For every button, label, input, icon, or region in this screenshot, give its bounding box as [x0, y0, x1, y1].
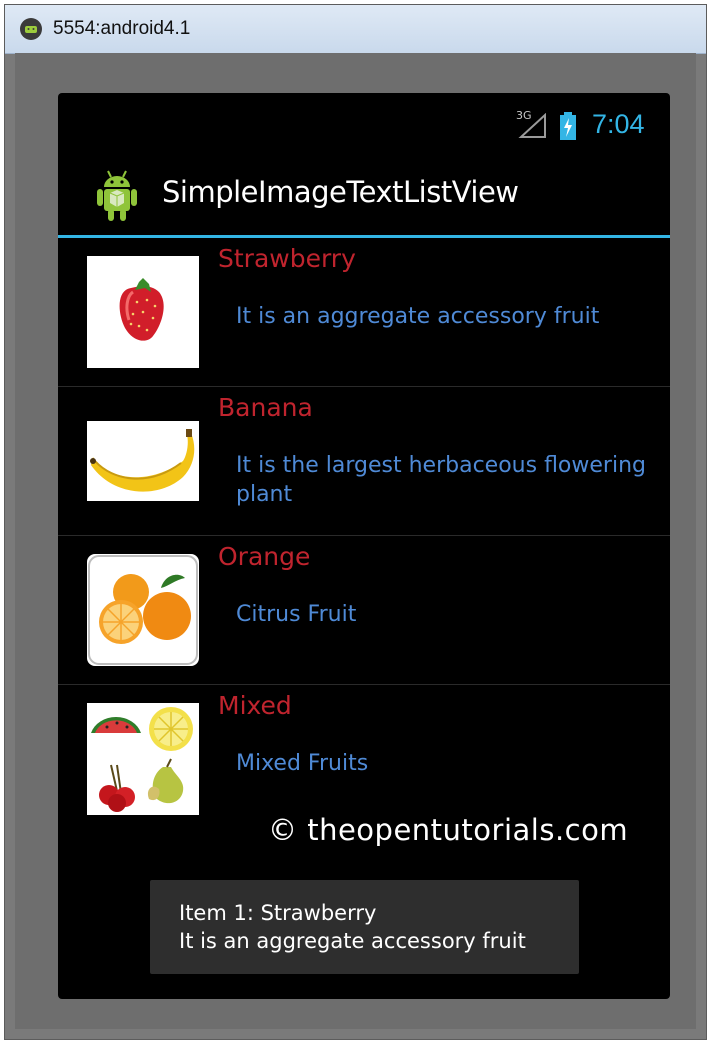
action-bar: SimpleImageTextListView	[58, 157, 670, 238]
list-item-strawberry[interactable]: Strawberry It is an aggregate accessory …	[58, 238, 670, 387]
item-title: Strawberry	[218, 244, 356, 273]
window-title: 5554:android4.1	[53, 18, 191, 39]
battery-charging-icon	[560, 112, 576, 140]
strawberry-image	[87, 256, 199, 368]
android-app-icon[interactable]	[96, 167, 138, 223]
item-title: Orange	[218, 542, 311, 571]
status-bar: 3G 7:04	[58, 93, 670, 157]
list-item-orange[interactable]: Orange Citrus Fruit	[58, 536, 670, 685]
mixed-fruits-image	[87, 703, 199, 815]
signal-icon	[518, 113, 546, 138]
toast-line-2: It is an aggregate accessory fruit	[179, 929, 526, 953]
app-title: SimpleImageTextListView	[162, 175, 519, 209]
item-title: Mixed	[218, 691, 292, 720]
item-description: Citrus Fruit	[236, 602, 357, 627]
item-title: Banana	[218, 393, 313, 422]
item-description: It is an aggregate accessory fruit	[236, 304, 600, 329]
window-titlebar[interactable]: 5554:android4.1	[5, 5, 706, 54]
android-emulator-icon	[20, 18, 42, 40]
watermark: © theopentutorials.com	[268, 813, 629, 847]
list-item-mixed[interactable]: Mixed Mixed Fruits	[58, 685, 670, 833]
toast-message: Item 1: Strawberry It is an aggregate ac…	[150, 880, 579, 974]
toast-line-1: Item 1: Strawberry	[179, 901, 377, 925]
item-description: It is the largest herbaceous flowering p…	[236, 453, 646, 507]
fruit-list: Strawberry It is an aggregate accessory …	[58, 238, 670, 833]
phone-screen: 3G 7:04 SimpleImageTextListView Strawber…	[58, 93, 670, 999]
banana-image	[87, 421, 199, 501]
status-clock: 7:04	[592, 109, 645, 139]
item-description: Mixed Fruits	[236, 751, 369, 776]
orange-image	[87, 554, 199, 666]
list-item-banana[interactable]: Banana It is the largest herbaceous flow…	[58, 387, 670, 536]
